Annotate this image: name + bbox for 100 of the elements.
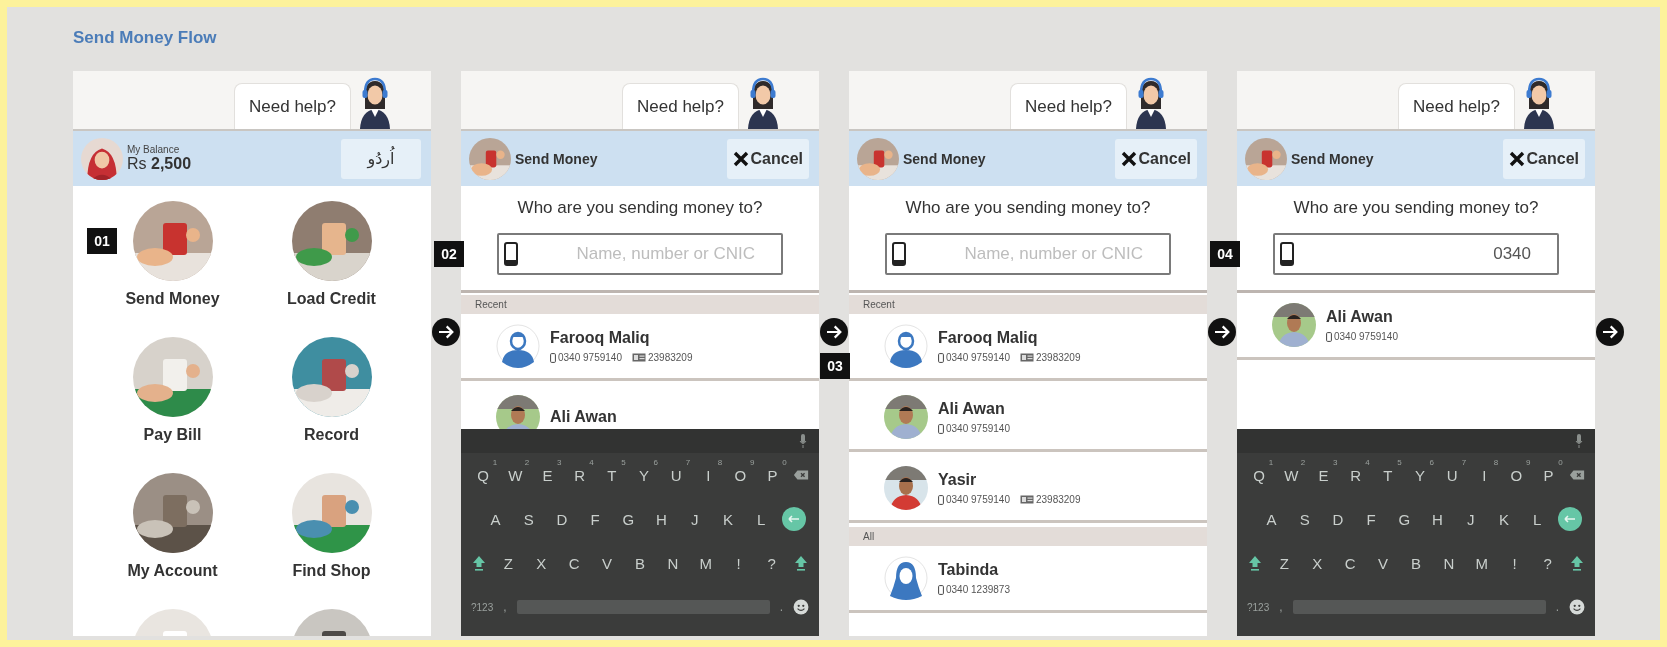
question-text: Who are you sending money to?: [904, 198, 1152, 218]
keyboard-key[interactable]: !: [736, 554, 741, 572]
enter-icon[interactable]: [1558, 507, 1583, 531]
keyboard-key[interactable]: S: [523, 510, 534, 528]
emoji-icon[interactable]: [793, 599, 809, 615]
keyboard-key[interactable]: J: [1466, 510, 1475, 528]
tile-label[interactable]: Load Credit: [287, 289, 376, 309]
keyboard-key[interactable]: X: [536, 554, 547, 572]
keyboard-key[interactable]: G: [1398, 510, 1411, 528]
tile-label[interactable]: Record: [303, 425, 360, 445]
keyboard-key[interactable]: C: [1344, 554, 1356, 572]
keyboard-key[interactable]: O: [734, 466, 747, 484]
key-hint: 7: [685, 457, 691, 467]
keyboard-key[interactable]: J: [690, 510, 699, 528]
help-button[interactable]: Need help?: [622, 83, 739, 129]
period-key[interactable]: .: [779, 600, 783, 614]
keyboard-key[interactable]: K: [722, 510, 733, 528]
keyboard-key[interactable]: X: [1312, 554, 1323, 572]
step-badge: 04: [1210, 241, 1240, 267]
keyboard-key[interactable]: C: [568, 554, 580, 572]
keyboard-key[interactable]: I: [706, 466, 711, 484]
keyboard-key[interactable]: !: [1512, 554, 1517, 572]
keyboard-key[interactable]: E: [542, 466, 553, 484]
microphone-icon[interactable]: [1575, 434, 1583, 448]
keyboard-key[interactable]: U: [1446, 466, 1458, 484]
keyboard-key[interactable]: Q: [477, 466, 489, 484]
keyboard-key[interactable]: S: [1299, 510, 1310, 528]
id-card-icon: [631, 353, 646, 362]
keyboard-key[interactable]: D: [1332, 510, 1344, 528]
keyboard-key[interactable]: F: [590, 510, 600, 528]
keyboard-key[interactable]: Z: [503, 554, 513, 572]
keyboard-key[interactable]: G: [622, 510, 635, 528]
shift-icon[interactable]: [1568, 555, 1585, 571]
keyboard-key[interactable]: V: [1378, 554, 1389, 572]
cancel-button[interactable]: Cancel: [1502, 138, 1585, 179]
keyboard-key[interactable]: N: [1443, 554, 1455, 572]
keyboard-key[interactable]: K: [1498, 510, 1509, 528]
keyboard-key[interactable]: T: [1383, 466, 1393, 484]
tile-label[interactable]: Send Money: [125, 289, 220, 309]
key-hint: 1: [492, 457, 498, 467]
keyboard-key[interactable]: D: [556, 510, 568, 528]
microphone-icon[interactable]: [799, 434, 807, 448]
search-field[interactable]: Name, number or CNIC: [497, 233, 783, 275]
tile-label[interactable]: Pay Bill: [143, 425, 202, 445]
emoji-icon[interactable]: [1569, 599, 1585, 615]
keyboard-key[interactable]: Y: [1414, 466, 1425, 484]
keyboard-key[interactable]: O: [1510, 466, 1523, 484]
cnic-number: 23983209: [1035, 352, 1081, 363]
keyboard-key[interactable]: M: [1475, 554, 1489, 572]
keyboard-key[interactable]: N: [667, 554, 679, 572]
keyboard-key[interactable]: B: [634, 554, 645, 572]
help-button[interactable]: Need help?: [234, 83, 351, 129]
cancel-button[interactable]: Cancel: [726, 138, 809, 179]
keyboard-key[interactable]: Y: [638, 466, 649, 484]
keyboard-key[interactable]: T: [607, 466, 617, 484]
keyboard-key[interactable]: ?: [1543, 554, 1552, 572]
keyboard-key[interactable]: P: [1543, 466, 1554, 484]
period-key[interactable]: .: [1555, 600, 1559, 614]
comma-key[interactable]: ,: [1279, 600, 1283, 614]
keyboard-key[interactable]: L: [756, 510, 766, 528]
keyboard-key[interactable]: L: [1532, 510, 1542, 528]
keyboard-key[interactable]: P: [767, 466, 778, 484]
tile-label[interactable]: Find Shop: [292, 561, 371, 581]
symbols-key[interactable]: ?123: [1247, 601, 1270, 613]
comma-key[interactable]: ,: [503, 600, 507, 614]
help-button[interactable]: Need help?: [1010, 83, 1127, 129]
cancel-button[interactable]: Cancel: [1114, 138, 1197, 179]
keyboard-key[interactable]: H: [656, 510, 667, 528]
key-hint: 5: [621, 457, 626, 467]
keyboard-key[interactable]: A: [1266, 510, 1277, 528]
shift-icon[interactable]: [792, 555, 809, 571]
keyboard-key[interactable]: R: [574, 466, 585, 484]
search-field[interactable]: Name, number or CNIC: [885, 233, 1171, 275]
mobile-phone-icon: [1326, 331, 1332, 342]
tile-label[interactable]: My Account: [127, 561, 218, 581]
shift-icon[interactable]: [1247, 555, 1264, 571]
keyboard-key[interactable]: W: [1284, 466, 1299, 484]
keyboard-key[interactable]: B: [1410, 554, 1421, 572]
keyboard-key[interactable]: W: [508, 466, 523, 484]
key-hint: 2: [524, 457, 530, 467]
keyboard-key[interactable]: ?: [767, 554, 776, 572]
symbols-key[interactable]: ?123: [471, 601, 494, 613]
keyboard-key[interactable]: A: [490, 510, 501, 528]
shift-icon[interactable]: [471, 555, 488, 571]
keyboard-key[interactable]: H: [1432, 510, 1443, 528]
keyboard-key[interactable]: R: [1350, 466, 1361, 484]
keyboard-key[interactable]: Z: [1279, 554, 1289, 572]
enter-icon[interactable]: [782, 507, 807, 531]
keyboard-key[interactable]: I: [1482, 466, 1487, 484]
keyboard-key[interactable]: E: [1318, 466, 1329, 484]
keyboard-key[interactable]: V: [602, 554, 613, 572]
language-button[interactable]: اُردُو: [341, 138, 421, 179]
mobile-phone-icon: [1280, 242, 1294, 266]
keyboard-key[interactable]: Q: [1253, 466, 1265, 484]
keyboard-key[interactable]: M: [699, 554, 713, 572]
keyboard-key[interactable]: U: [670, 466, 682, 484]
search-field[interactable]: 0340: [1273, 233, 1559, 275]
keyboard-key[interactable]: F: [1366, 510, 1376, 528]
person-icon: [884, 556, 928, 600]
help-button[interactable]: Need help?: [1398, 83, 1515, 129]
